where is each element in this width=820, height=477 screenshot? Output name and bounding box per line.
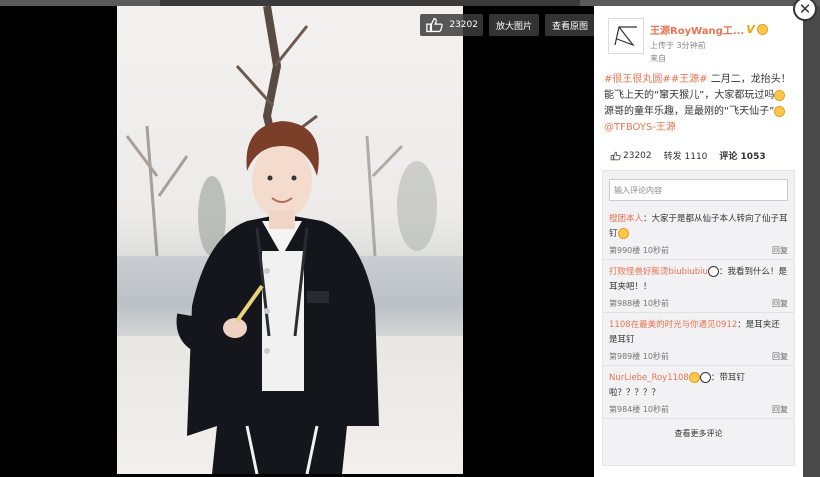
close-icon[interactable]: ✕: [793, 0, 817, 21]
reply-button[interactable]: 回复: [772, 245, 788, 256]
photo-illustration: [125, 6, 437, 474]
cat-emoji-icon: [617, 228, 629, 239]
comment-item: 1108在最美的时光与你遇见0912：是耳夹还是耳钉 第989楼 10秒前 回复: [603, 313, 794, 366]
reply-button[interactable]: 回复: [772, 351, 788, 362]
avatar[interactable]: [608, 18, 644, 54]
thumbs-up-icon: [426, 17, 443, 33]
smile-emoji-icon: [774, 89, 786, 101]
post-text: #很王很丸圆##王源# 二月二，龙抬头！ 能飞上天的“窜天猴儿”，大家都玩过吗 …: [604, 72, 796, 136]
comments-section: 输入评论内容 橙团本人：大家于是都从仙子本人转向了仙子耳钉 第990楼 10秒前…: [602, 170, 795, 466]
repost-stat[interactable]: 转发 1110: [664, 149, 708, 162]
comment-floor: 第989楼: [609, 352, 641, 361]
comment-input[interactable]: 输入评论内容: [609, 179, 788, 201]
hashtag-link[interactable]: #王源#: [671, 74, 708, 85]
member-emoji-icon: [688, 372, 700, 383]
zoom-image-button[interactable]: 放大图片: [489, 14, 540, 36]
comment-time: 10秒前: [642, 299, 670, 308]
comment-time: 10秒前: [642, 405, 670, 414]
panda-emoji-icon: [707, 266, 719, 277]
like-count: 23202: [623, 150, 652, 161]
comment-user[interactable]: 打败怪兽好膨烫biubiubiu: [609, 267, 708, 277]
post-time: 上传于 3分钟前: [650, 41, 706, 50]
post-photo[interactable]: [117, 6, 463, 474]
comment-time: 10秒前: [642, 246, 670, 255]
author-name[interactable]: 王源RoyWang工...: [650, 22, 744, 37]
comment-item: 打败怪兽好膨烫biubiubiu ：我看到什么！是耳夹吧！！ 第988楼 10秒前…: [603, 260, 794, 313]
like-stat[interactable]: 23202: [610, 151, 652, 161]
comment-user[interactable]: 1108在最美的时光与你遇见0912: [609, 320, 737, 330]
reply-button[interactable]: 回复: [772, 404, 788, 415]
member-emoji-icon: [756, 24, 768, 35]
comment-stat[interactable]: 评论 1053: [719, 149, 765, 162]
comment-user[interactable]: 橙团本人: [609, 214, 643, 224]
comment-floor: 第984楼: [609, 405, 641, 414]
post-line: 源哥的童年乐趣，是最刚的“飞天仙子”: [604, 106, 775, 117]
photo-like-button[interactable]: 23202: [420, 14, 483, 36]
post-line: 二月二，龙抬头！: [710, 74, 791, 85]
view-original-button[interactable]: 查看原图: [545, 14, 596, 36]
author-block: 王源RoyWang工... V 上传于 3分钟前 来自: [608, 18, 768, 64]
post-line: 能飞上天的“窜天猴儿”，大家都玩过吗: [604, 90, 775, 101]
photo-stage: 23202 放大图片 查看原图: [0, 6, 596, 477]
photo-toolbar: 23202 放大图片 查看原图: [420, 14, 596, 36]
hashtag-link[interactable]: #很王很丸圆#: [604, 74, 671, 85]
comment-item: 橙团本人：大家于是都从仙子本人转向了仙子耳钉 第990楼 10秒前 回复: [603, 207, 794, 260]
comment-item: NurLiebe_Roy1108 ：带耳钉啦？？？？？ 第984楼 10秒前 回复: [603, 366, 794, 419]
reply-button[interactable]: 回复: [772, 298, 788, 309]
comment-time: 10秒前: [642, 352, 670, 361]
comment-floor: 第990楼: [609, 246, 641, 255]
verified-badge-icon: V: [746, 23, 755, 36]
mention-link[interactable]: @TFBOYS-王源: [604, 122, 676, 133]
thumbs-up-icon: [610, 151, 621, 160]
post-detail-panel: 王源RoyWang工... V 上传于 3分钟前 来自 #很王很丸圆##王源# …: [594, 6, 803, 477]
panda-emoji-icon: [699, 372, 711, 383]
think-emoji-icon: [774, 105, 786, 117]
photo-like-count: 23202: [449, 20, 478, 30]
post-source: 来自: [650, 54, 666, 63]
view-more-comments-link[interactable]: 查看更多评论: [603, 419, 794, 439]
comment-floor: 第988楼: [609, 299, 641, 308]
post-stats: 23202 转发 1110 评论 1053: [610, 149, 766, 162]
comment-user[interactable]: NurLiebe_Roy1108: [609, 373, 689, 383]
signature-logo-icon: [614, 26, 637, 47]
